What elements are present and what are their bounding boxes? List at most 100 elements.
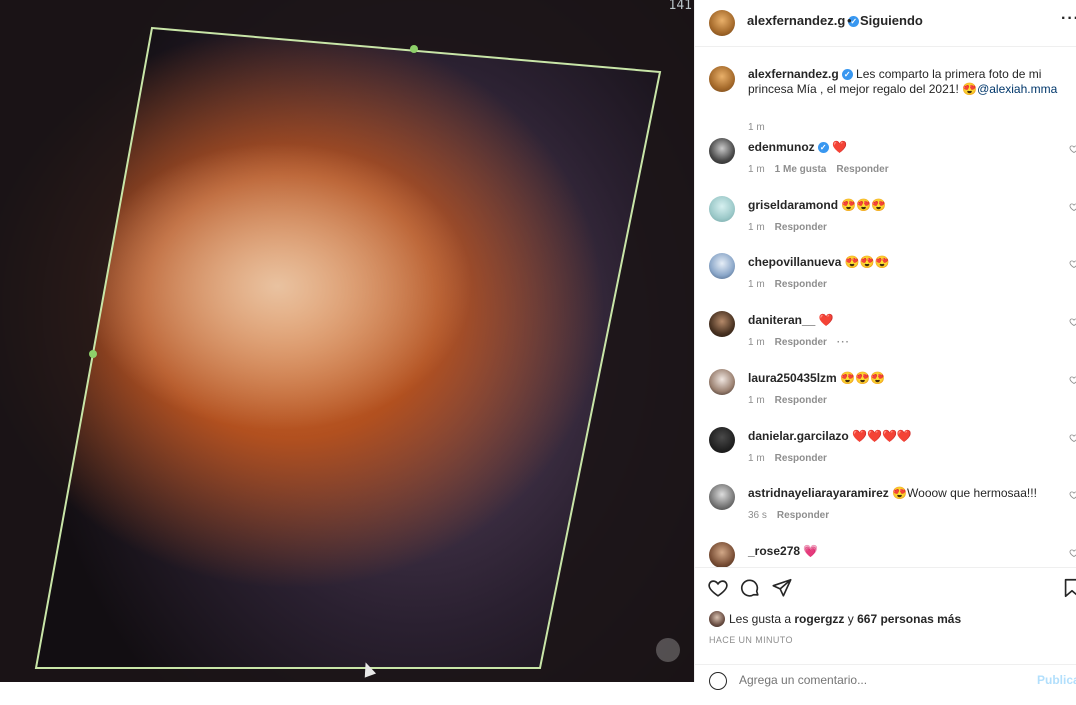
comment-like-heart-icon[interactable] (1069, 317, 1076, 327)
comment-row: daniteran__ ❤️ 1 m Responder ··· (695, 311, 1076, 363)
avatar[interactable] (709, 541, 735, 567)
comment-like-heart-icon[interactable] (1069, 433, 1076, 443)
reply-button[interactable]: Responder (775, 279, 827, 290)
scan-frame-overlay (0, 0, 694, 682)
add-comment-bar: Publicar (695, 664, 1076, 705)
caption-mention-link[interactable]: @alexiah.mma (977, 82, 1057, 96)
comment-like-heart-icon[interactable] (1069, 375, 1076, 385)
comment-username[interactable]: _rose278 (748, 544, 800, 558)
avatar[interactable] (709, 253, 735, 280)
comment-username[interactable]: daniteran__ (748, 313, 815, 327)
likes-user-link[interactable]: rogergzz (794, 612, 844, 626)
comment-text: daniteran__ ❤️ (748, 313, 834, 327)
comment-body: ❤️ (818, 313, 834, 328)
reply-button[interactable]: Responder (775, 222, 827, 233)
comment-username[interactable]: edenmunoz (748, 140, 815, 154)
comment-time: 1 m (748, 337, 765, 349)
comment-meta: 1 m Responder (748, 395, 837, 406)
comment-time: 1 m (748, 394, 765, 406)
comment-likes-link[interactable]: 1 Me gusta (775, 164, 827, 175)
post-photo[interactable]: 141 (0, 0, 694, 682)
comment-body: 😍😍😍 (841, 197, 887, 212)
likes-prefix: Les gusta a (729, 612, 792, 626)
comment-body: 💗 (803, 543, 819, 558)
comment-like-heart-icon[interactable] (1069, 548, 1076, 558)
comment-meta: 36 s Responder (748, 510, 839, 521)
likes-others-link[interactable]: 667 personas más (857, 612, 961, 626)
comment-username[interactable]: griseldaramond (748, 198, 838, 212)
reply-button[interactable]: Responder (777, 510, 829, 521)
publish-button[interactable]: Publicar (1037, 673, 1076, 687)
comment-text: _rose278 💗 (748, 544, 818, 558)
comment-text: griseldaramond 😍😍😍 (748, 198, 886, 212)
comments-list[interactable]: alexfernandez.g ✓ Les comparto la primera… (695, 47, 1076, 567)
comment-meta: 1 m Responder (748, 279, 837, 290)
share-icon[interactable] (771, 577, 793, 599)
avatar[interactable] (709, 426, 735, 453)
likes-summary[interactable]: Les gusta a rogergzz y 667 personas más (709, 611, 961, 627)
comment-time: 1 m (748, 452, 765, 464)
comment-row: griseldaramond 😍😍😍 1 m Responder (695, 195, 1076, 248)
avatar[interactable] (709, 368, 735, 395)
comment-like-heart-icon[interactable] (1069, 144, 1076, 154)
comment-username[interactable]: laura250435lzm (748, 371, 837, 385)
comment-input[interactable] (739, 673, 989, 687)
comment-username[interactable]: astridnayeliarayaramirez (748, 486, 889, 500)
header-separator: • (847, 13, 852, 28)
caption-time[interactable]: 1 m (748, 122, 765, 133)
avatar[interactable] (709, 195, 735, 222)
avatar[interactable] (709, 66, 735, 92)
comment-body: 😍😍😍 (840, 370, 885, 385)
comment-row: chepovillanueva 😍😍😍 1 m Responder (695, 253, 1076, 305)
comment-body: 😍Wooow que hermosaa!!! (892, 486, 1037, 501)
avatar[interactable] (709, 484, 735, 511)
comment-body: ❤️ (832, 140, 847, 154)
reply-button[interactable]: Responder (836, 164, 888, 175)
avatar[interactable] (709, 10, 735, 36)
comment-more-icon[interactable]: ··· (837, 337, 850, 348)
comment-row: _rose278 💗 (695, 541, 1076, 567)
header-username-text[interactable]: alexfernandez.g (747, 13, 845, 28)
post-timestamp[interactable]: HACE UN MINUTO (709, 635, 793, 645)
comment-text: chepovillanueva 😍😍😍 (748, 255, 890, 269)
comment-text: danielar.garcilazo ❤️❤️❤️❤️ (748, 429, 912, 443)
comment-text: edenmunoz ✓ ❤️ (748, 140, 847, 154)
save-icon[interactable] (1061, 577, 1076, 599)
verified-badge-icon: ✓ (817, 142, 829, 153)
reply-button[interactable]: Responder (775, 337, 827, 348)
reply-button[interactable]: Responder (775, 453, 827, 464)
header-username[interactable]: alexfernandez.g ✓ (747, 13, 860, 28)
reply-button[interactable]: Responder (775, 395, 827, 406)
comment-like-heart-icon[interactable] (1069, 490, 1076, 500)
comment-time: 36 s (748, 510, 767, 522)
avatar[interactable] (709, 611, 725, 627)
post-side-panel: alexfernandez.g✓ • Siguiendo ··· alexfer… (694, 0, 1076, 690)
comment-meta: 1 m Responder (748, 222, 837, 233)
comment-username[interactable]: danielar.garcilazo (748, 429, 849, 443)
comment-row: astridnayeliarayaramirez 😍Wooow que herm… (695, 484, 1076, 536)
caption-username[interactable]: alexfernandez.g (748, 67, 839, 81)
emoji-icon[interactable] (709, 672, 727, 690)
avatar[interactable] (709, 138, 735, 164)
following-button[interactable]: Siguiendo (860, 13, 923, 28)
avatar[interactable] (709, 311, 735, 338)
scan-readout: 141 (668, 0, 692, 13)
comment-icon[interactable] (739, 577, 761, 599)
comment-meta: 1 m Responder ··· (748, 337, 860, 348)
comment-like-heart-icon[interactable] (1069, 259, 1076, 269)
comment-time: 1 m (748, 164, 765, 175)
comment-text: astridnayeliarayaramirez 😍Wooow que herm… (748, 486, 1037, 500)
action-bar (695, 567, 1076, 608)
comment-text: laura250435lzm 😍😍😍 (748, 371, 885, 385)
likes-conjunction: y (847, 612, 854, 626)
caption-text: alexfernandez.g ✓ Les comparto la primera… (748, 67, 1076, 97)
more-options-icon[interactable]: ··· (1061, 10, 1076, 28)
comment-body: 😍😍😍 (844, 255, 890, 270)
comment-username[interactable]: chepovillanueva (748, 255, 841, 269)
comment-body: ❤️❤️❤️❤️ (852, 428, 912, 443)
comment-row: danielar.garcilazo ❤️❤️❤️❤️ 1 m Responder (695, 426, 1076, 479)
comment-like-heart-icon[interactable] (1069, 202, 1076, 212)
comment-row: laura250435lzm 😍😍😍 1 m Responder (695, 368, 1076, 421)
comment-row: edenmunoz ✓ ❤️ 1 m 1 Me gusta Responder (695, 138, 1076, 190)
heart-icon[interactable] (707, 577, 729, 599)
